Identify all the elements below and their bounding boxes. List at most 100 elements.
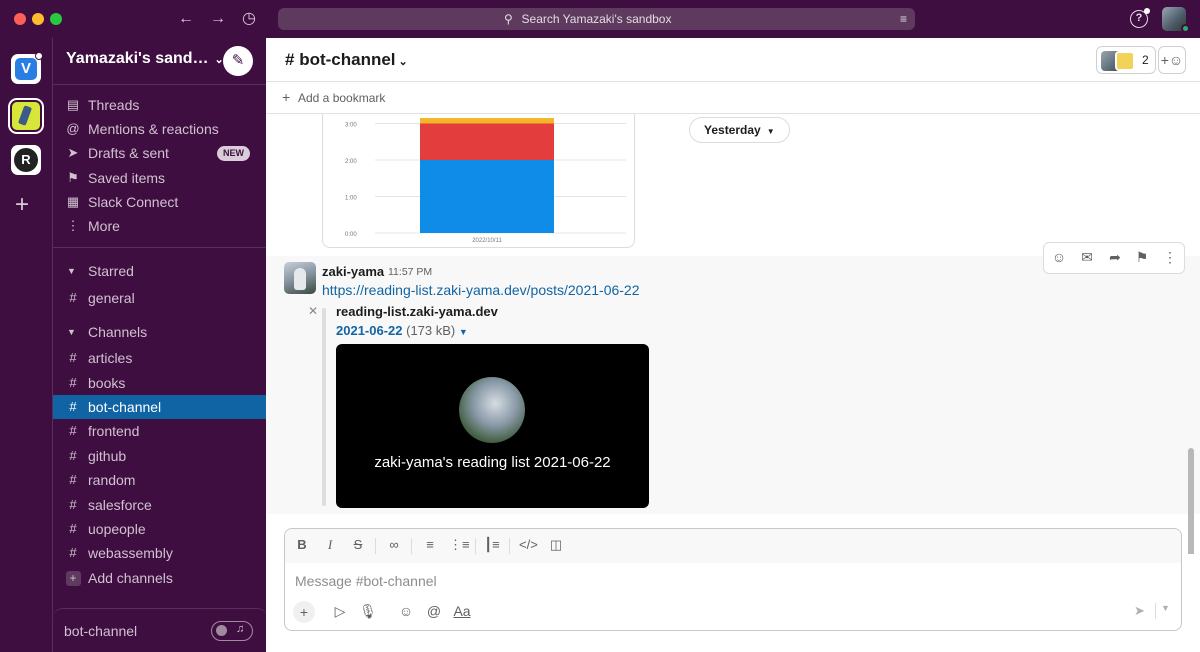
mention-icon[interactable]: @ xyxy=(423,603,445,619)
compose-button[interactable]: ✎ xyxy=(223,46,253,76)
bold-icon[interactable]: B xyxy=(293,537,311,552)
ordered-list-icon[interactable]: ≡ xyxy=(421,537,439,552)
channel-webassembly[interactable]: # webassembly xyxy=(53,541,267,565)
channel-label: uopeople xyxy=(88,521,146,537)
divider xyxy=(475,538,476,554)
channel-title[interactable]: # bot-channel ⌄ xyxy=(285,50,408,70)
workspace-switcher-3[interactable]: R xyxy=(11,145,41,175)
huddle-bar: bot-channel ♫ xyxy=(53,608,267,652)
filter-icon[interactable]: ≡ xyxy=(900,8,907,30)
workspace-rail: V R + xyxy=(0,38,52,652)
scrollbar[interactable] xyxy=(1188,448,1194,554)
unfurl-site-name: reading-list.zaki-yama.dev xyxy=(336,304,498,319)
add-workspace-icon[interactable]: + xyxy=(15,193,29,217)
text-format-icon[interactable]: Aa xyxy=(451,603,473,619)
save-bookmark-icon[interactable]: ⚑ xyxy=(1133,249,1151,266)
divider xyxy=(411,538,412,554)
huddle-channel-label: bot-channel xyxy=(64,623,138,639)
plus-icon[interactable]: + xyxy=(293,601,315,623)
search-bar[interactable]: ⚲ Search Yamazaki's sandbox ≡ xyxy=(278,8,915,30)
message-author[interactable]: zaki-yama xyxy=(322,264,384,279)
caret-down-icon: ▼ xyxy=(67,266,76,276)
channel-books[interactable]: # books xyxy=(53,371,267,395)
sidebar-item-drafts[interactable]: ➤ Drafts & sent NEW xyxy=(53,141,267,165)
channel-label: books xyxy=(88,375,126,391)
sidebar-item-mentions[interactable]: @ Mentions & reactions xyxy=(53,117,267,141)
more-actions-icon[interactable]: ⋮ xyxy=(1161,249,1179,266)
section-label: Channels xyxy=(88,324,148,340)
emoji-icon[interactable]: ☺ xyxy=(395,603,417,619)
notification-dot xyxy=(1144,8,1150,14)
workspace-name[interactable]: Yamazaki's sand… ⌄ xyxy=(66,50,224,68)
blockquote-icon[interactable]: ┃≡ xyxy=(483,537,501,553)
sidebar-item-label: Saved items xyxy=(88,170,166,186)
message-link[interactable]: https://reading-list.zaki-yama.dev/posts… xyxy=(322,282,640,298)
add-channels-label: Add channels xyxy=(88,570,173,586)
close-icon[interactable]: ✕ xyxy=(308,304,318,318)
day-divider-button[interactable]: Yesterday ▼ xyxy=(689,117,790,143)
code-block-icon[interactable]: ◫ xyxy=(547,537,565,553)
sidebar-item-label: Mentions & reactions xyxy=(88,121,219,137)
link-icon[interactable]: ∞ xyxy=(385,537,403,552)
unfurl-preview-image[interactable]: zaki-yama's reading list 2021-06-22 xyxy=(336,344,649,508)
channel-frontend[interactable]: # frontend xyxy=(53,419,267,443)
sidebar-item-saved[interactable]: ⚑ Saved items xyxy=(53,166,267,190)
huddle-toggle[interactable]: ♫ xyxy=(211,621,253,641)
channel-label: random xyxy=(88,472,136,488)
zoom-window-button[interactable] xyxy=(50,13,62,25)
presence-status-icon xyxy=(1181,24,1190,33)
italic-icon[interactable]: I xyxy=(321,537,339,553)
workspace-name-label: Yamazaki's sand… xyxy=(66,50,209,67)
minimize-window-button[interactable] xyxy=(32,13,44,25)
sidebar-item-threads[interactable]: ▤ Threads xyxy=(53,93,267,117)
title-bar: ← → ◷ ⚲ Search Yamazaki's sandbox ≡ ? xyxy=(0,0,1200,38)
avatar[interactable] xyxy=(284,262,316,294)
microphone-icon[interactable]: 🎙 xyxy=(357,603,379,620)
channel-general[interactable]: # general xyxy=(53,286,267,310)
sidebar-item-label: Drafts & sent xyxy=(88,145,169,161)
divider xyxy=(375,538,376,554)
add-channels-button[interactable]: + Add channels xyxy=(53,566,267,590)
bullet-list-icon[interactable]: ⋮≡ xyxy=(449,537,470,553)
history-icon[interactable]: ◷ xyxy=(238,8,260,30)
channel-label: bot-channel xyxy=(88,399,162,415)
close-window-button[interactable] xyxy=(14,13,26,25)
chart-attachment[interactable]: 0:00 1:00 2:00 3:00 2022/10/11 xyxy=(322,114,635,248)
section-starred[interactable]: ▼ Starred xyxy=(53,259,267,283)
back-arrow-icon[interactable]: ← xyxy=(175,8,197,30)
sidebar-item-more[interactable]: ⋮ More xyxy=(53,214,267,238)
sidebar: Yamazaki's sand… ⌄ ✎ ▤ Threads @ Mentions… xyxy=(52,38,267,652)
channel-github[interactable]: # github xyxy=(53,444,267,468)
video-icon[interactable]: ▷ xyxy=(329,603,351,620)
channel-salesforce[interactable]: # salesforce xyxy=(53,493,267,517)
channel-bot-channel[interactable]: # bot-channel xyxy=(53,395,267,419)
unfurl-file-name[interactable]: 2021-06-22 xyxy=(336,323,403,338)
message-timestamp[interactable]: 11:57 PM xyxy=(388,266,432,278)
sidebar-item-slack-connect[interactable]: ▦ Slack Connect xyxy=(53,190,267,214)
message-list: 0:00 1:00 2:00 3:00 2022/10/11 Yesterday ▼ za… xyxy=(266,114,1200,554)
send-options-chevron-icon[interactable]: ▼ xyxy=(1161,603,1170,613)
channel-articles[interactable]: # articles xyxy=(53,346,267,370)
share-icon[interactable]: ➦ xyxy=(1106,249,1124,266)
channel-random[interactable]: # random xyxy=(53,468,267,492)
channel-label: webassembly xyxy=(88,545,173,561)
section-channels[interactable]: ▼ Channels xyxy=(53,320,267,344)
divider xyxy=(53,247,267,248)
send-icon[interactable]: ➤ xyxy=(1134,603,1145,619)
member-avatar xyxy=(1115,51,1135,71)
add-member-icon[interactable]: +☺ xyxy=(1158,46,1186,74)
bookmark-bar[interactable]: + Add a bookmark xyxy=(266,82,1200,114)
message-input[interactable] xyxy=(295,569,1165,593)
workspace-switcher-active[interactable] xyxy=(8,98,44,134)
members-button[interactable]: 2 xyxy=(1096,46,1156,74)
channel-uopeople[interactable]: # uopeople xyxy=(53,517,267,541)
reply-in-thread-icon[interactable]: ✉ xyxy=(1078,249,1096,266)
bar-segment-3 xyxy=(420,118,554,124)
forward-arrow-icon[interactable]: → xyxy=(207,8,229,30)
y-tick-label: 3:00 xyxy=(345,123,357,129)
add-reaction-icon[interactable]: ☺ xyxy=(1050,249,1068,265)
caret-down-icon[interactable]: ▼ xyxy=(459,327,468,337)
strikethrough-icon[interactable]: S xyxy=(349,537,367,552)
message-composer: B I S ∞ ≡ ⋮≡ ┃≡ </> ◫ + ▷ 🎙 ☺ @ Aa ➤ ▼ xyxy=(284,528,1182,631)
code-icon[interactable]: </> xyxy=(519,537,538,552)
